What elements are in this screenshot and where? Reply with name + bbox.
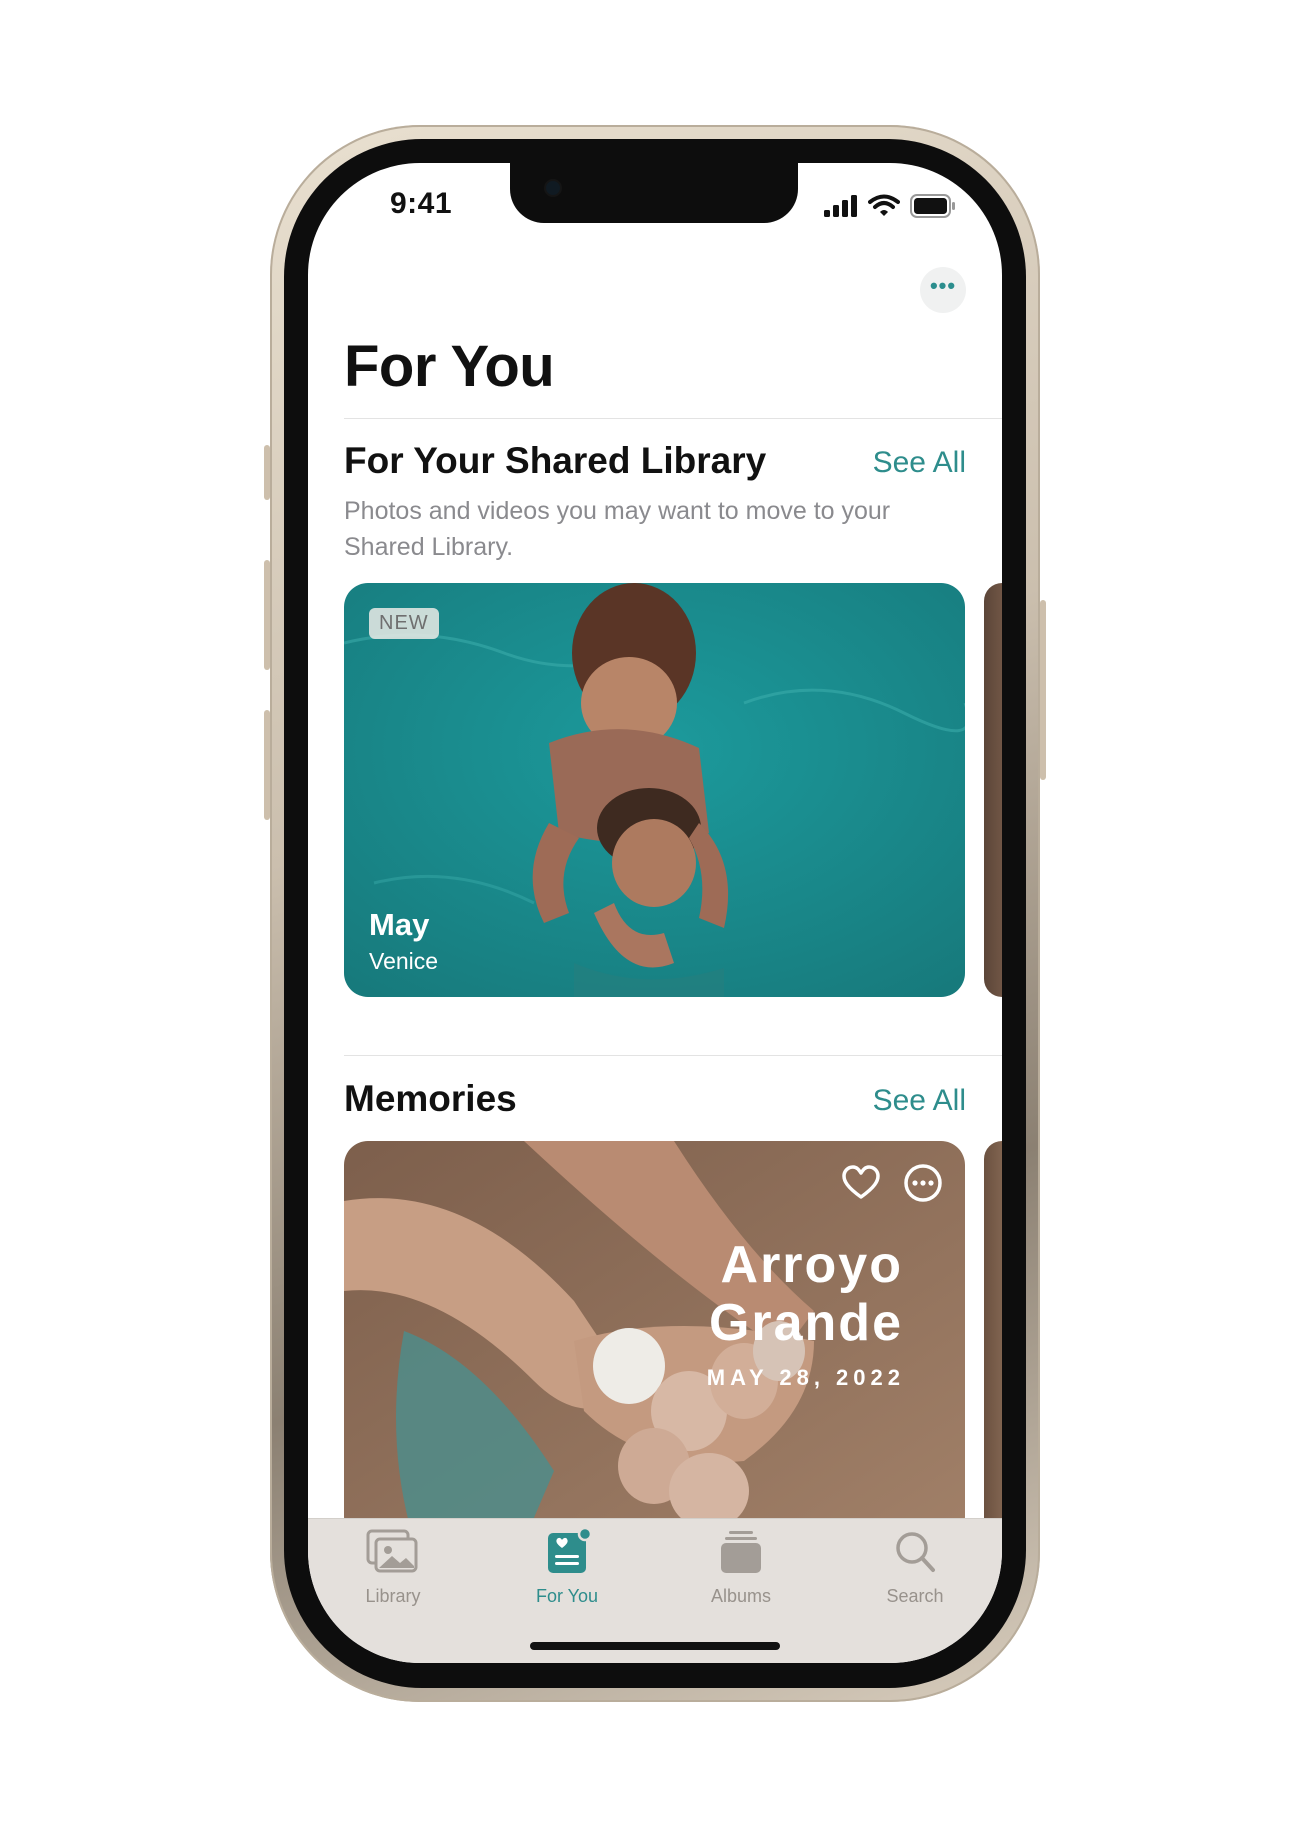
wifi-icon [868, 194, 900, 216]
memory-more-icon[interactable] [903, 1163, 943, 1203]
tab-albums[interactable]: Albums [676, 1529, 806, 1607]
volume-down-button [264, 710, 270, 820]
next-shared-card-peek[interactable] [984, 583, 1002, 997]
memory-title: Arroyo Grande [709, 1236, 903, 1352]
memories-title: Memories [344, 1078, 517, 1119]
notch [510, 163, 798, 223]
cellular-signal-icon [824, 195, 857, 217]
mute-switch [264, 445, 270, 500]
shared-card-title: May [369, 907, 430, 942]
phone-screen: 9:41 ••• For You For Your Shared Library… [308, 163, 1002, 1663]
memory-title-line2: Grande [708, 1294, 903, 1352]
tab-bar: Library For You Albums Search [308, 1518, 1002, 1663]
photo-library-icon [366, 1529, 418, 1573]
search-icon [896, 1532, 935, 1572]
albums-icon [721, 1531, 761, 1573]
new-badge: NEW [369, 608, 439, 639]
status-time: 9:41 [390, 187, 453, 220]
header-divider [344, 418, 1002, 419]
power-button [1040, 600, 1046, 780]
pool-photo [344, 583, 965, 997]
memories-see-all-link[interactable]: See All [873, 1084, 966, 1118]
shared-library-see-all-link[interactable]: See All [873, 446, 966, 480]
shared-card-subtitle: Venice [369, 948, 439, 974]
tab-for-you[interactable]: For You [502, 1526, 632, 1607]
ellipsis-icon: ••• [929, 273, 957, 298]
for-you-icon [548, 1526, 593, 1573]
tab-for-you-label: For You [535, 1586, 599, 1606]
shared-library-title: For Your Shared Library [344, 440, 767, 481]
shared-library-description: Photos and videos you may want to move t… [344, 497, 891, 561]
tab-search[interactable]: Search [850, 1529, 980, 1607]
memory-card[interactable]: Arroyo Grande MAY 28, 2022 [344, 1141, 965, 1541]
next-memory-card-peek[interactable] [984, 1141, 1002, 1541]
memory-date: MAY 28, 2022 [706, 1365, 905, 1390]
more-options-button[interactable]: ••• [920, 267, 966, 313]
section-divider [344, 1055, 1002, 1056]
memory-title-line1: Arroyo [720, 1236, 903, 1294]
page-title: For You [344, 334, 555, 399]
tab-library[interactable]: Library [328, 1529, 458, 1607]
volume-up-button [264, 560, 270, 670]
tab-search-label: Search [886, 1586, 944, 1606]
front-camera [546, 181, 560, 195]
home-indicator[interactable] [530, 1642, 780, 1650]
tab-albums-label: Albums [710, 1586, 772, 1606]
favorite-heart-icon[interactable] [841, 1163, 881, 1203]
tab-library-label: Library [365, 1586, 421, 1606]
battery-icon [910, 194, 955, 218]
shared-library-card[interactable]: NEW May Venice [344, 583, 965, 997]
status-icons [824, 193, 956, 219]
